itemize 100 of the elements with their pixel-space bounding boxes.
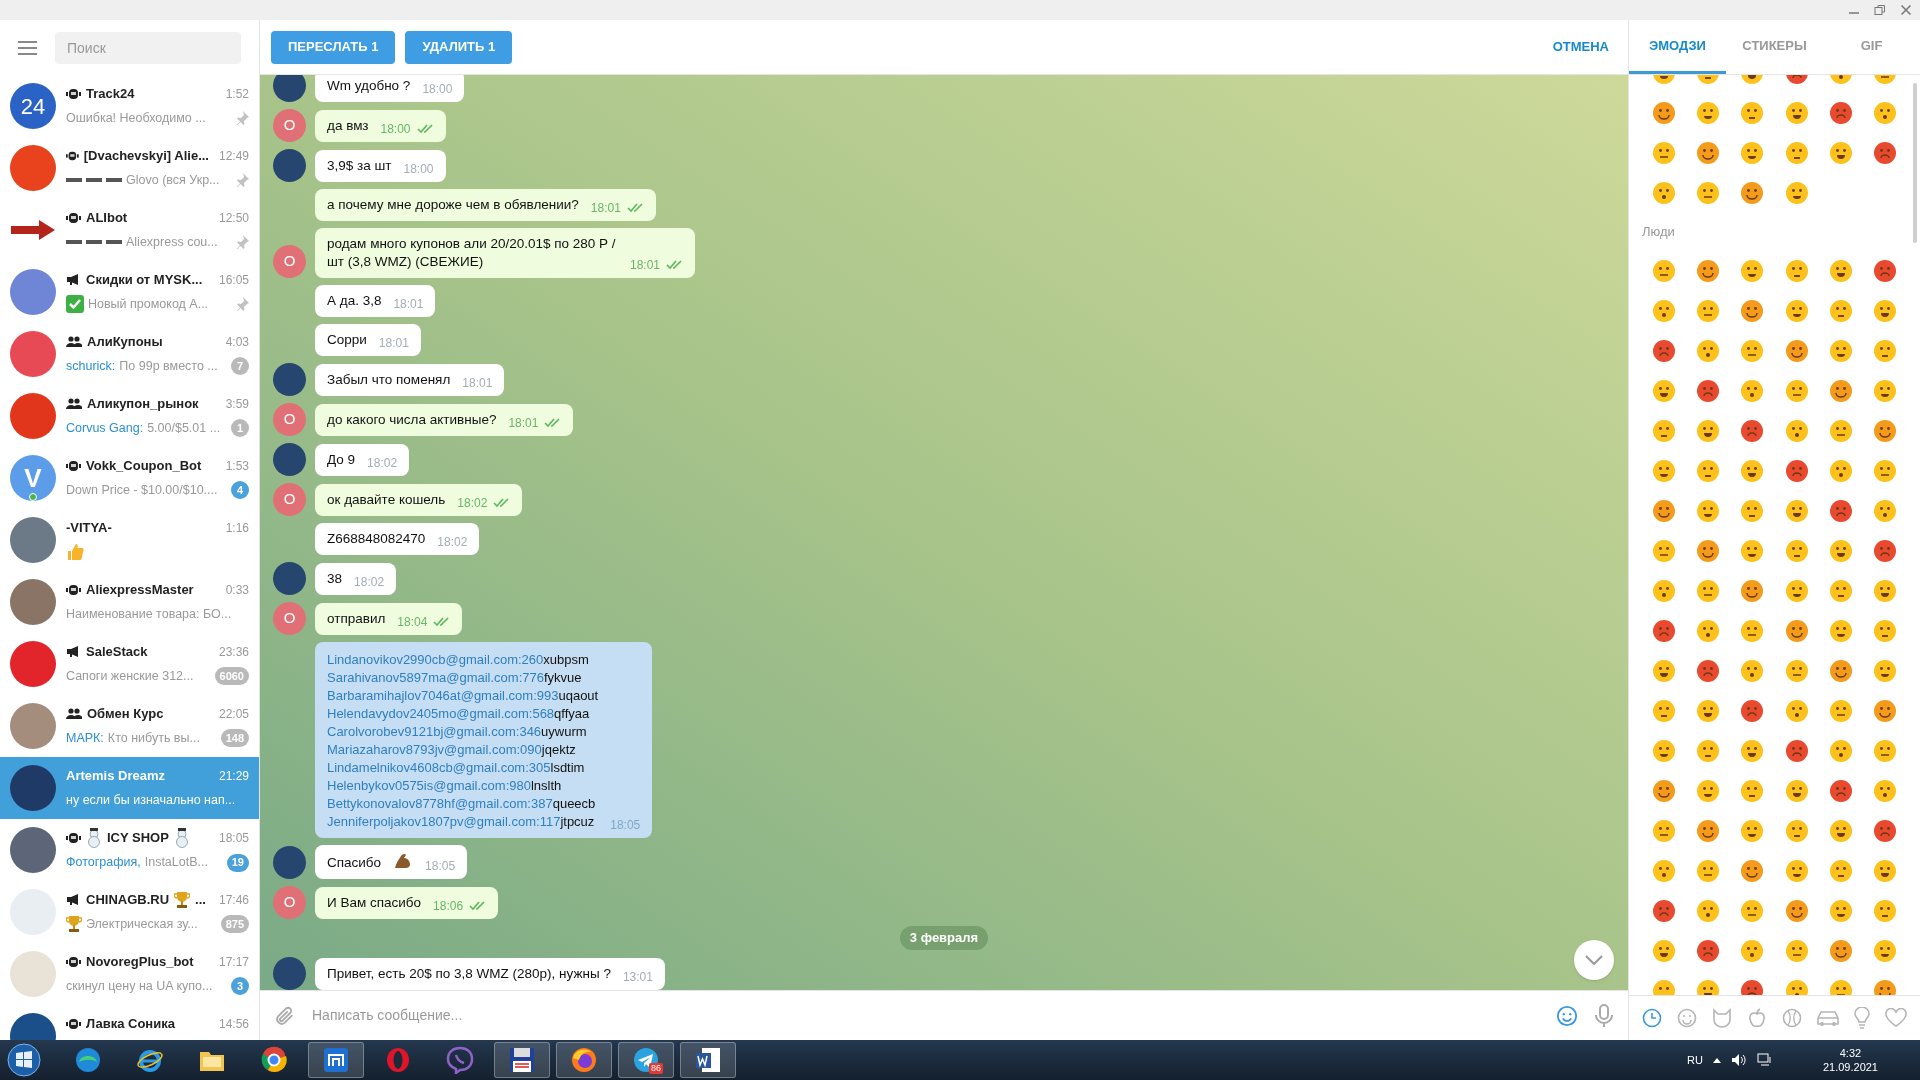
emoji-icon[interactable] [1872,419,1897,443]
emoji-icon[interactable] [1828,459,1853,483]
emoji-icon[interactable] [1696,659,1721,683]
emoji-icon[interactable] [1784,459,1809,483]
emoji-icon[interactable] [1828,659,1853,683]
emoji-icon[interactable] [1652,539,1677,563]
message-bubble[interactable]: родам много купонов али 20/20.01$ по 280 Р /шт (3,8 WMZ) (СВЕЖИЕ) 18:01 [315,228,695,278]
emoji-icon[interactable] [1696,379,1721,403]
emoji-icon[interactable] [1784,181,1809,205]
emoji-icon[interactable] [1696,299,1721,323]
emoji-icon[interactable] [1784,259,1809,283]
emoji-icon[interactable] [1696,899,1721,923]
emoji-icon[interactable] [1872,819,1897,843]
emoji-icon[interactable] [1696,779,1721,803]
emoji-icon[interactable] [1740,939,1765,963]
emoji-icon[interactable] [1696,539,1721,563]
emoji-icon[interactable] [1828,499,1853,523]
scrollbar[interactable] [1913,83,1917,243]
emoji-icon[interactable] [1872,899,1897,923]
emoji-icon[interactable] [1652,101,1677,125]
menu-icon[interactable] [18,40,37,55]
message-bubble[interactable]: До 9 18:02 [315,444,410,476]
message-bubble[interactable]: отправил 18:04 [315,603,463,635]
emoji-icon[interactable] [1740,181,1765,205]
emoji-icon[interactable] [1740,579,1765,603]
emoji-icon[interactable] [1872,141,1897,165]
emoji-icon[interactable] [1784,739,1809,763]
emoji-icon[interactable] [1872,619,1897,643]
emoji-icon[interactable] [1784,499,1809,523]
emoji-icon[interactable] [1872,739,1897,763]
restore-icon[interactable] [1874,4,1886,16]
emoji-icon[interactable] [1652,819,1677,843]
emoji-icon[interactable] [1696,699,1721,723]
emoji-icon[interactable] [1784,539,1809,563]
emoji-icon[interactable] [1784,299,1809,323]
emoji-icon[interactable] [1784,939,1809,963]
emoji-icon[interactable] [1652,579,1677,603]
emoji-icon[interactable] [1872,579,1897,603]
emoji-icon[interactable] [1652,459,1677,483]
emoji-icon[interactable] [1696,939,1721,963]
emoji-icon[interactable] [1652,859,1677,883]
emoji-icon[interactable] [1696,859,1721,883]
emoji-icon[interactable] [1696,499,1721,523]
emoji-icon[interactable] [1828,299,1853,323]
emoji-icon[interactable] [1652,939,1677,963]
message-bubble[interactable]: да вмз 18:00 [315,110,446,142]
emoji-icon[interactable] [1828,739,1853,763]
emoji-icon[interactable] [1740,299,1765,323]
paperclip-icon[interactable] [274,1004,296,1027]
emoji-icon[interactable] [1784,141,1809,165]
message-bubble[interactable]: Wm удобно ? 18:00 [315,75,465,102]
emoji-icon[interactable] [1872,379,1897,403]
emoji-icon[interactable] [1784,419,1809,443]
emoji-icon[interactable] [1652,619,1677,643]
emoji-icon[interactable] [1872,259,1897,283]
emoji-icon[interactable] [1784,379,1809,403]
emoji-icon[interactable] [1696,141,1721,165]
emoji-icon[interactable] [1784,619,1809,643]
emoji-icon[interactable] [1828,619,1853,643]
emoji-icon[interactable] [1652,379,1677,403]
emoji-icon[interactable] [1740,459,1765,483]
taskbar-app-button[interactable] [494,1042,550,1078]
close-icon[interactable] [1900,4,1912,16]
message-bubble[interactable]: Привет, есть 20$ по 3,8 WMZ (280р), нужны ? 13:01 [315,958,665,990]
emoji-icon[interactable] [1652,419,1677,443]
emoji-icon[interactable] [1696,739,1721,763]
emoji-icon[interactable] [1652,499,1677,523]
emoji-icon[interactable] [1696,459,1721,483]
emoji-icon[interactable] [1652,739,1677,763]
emoji-icon[interactable] [1740,539,1765,563]
emoji-icon[interactable] [1740,859,1765,883]
message-input[interactable]: Написать сообщение... [312,1005,1540,1026]
cancel-button[interactable]: ОТМЕНА [1544,30,1617,64]
emoji-icon[interactable] [1872,499,1897,523]
emoji-icon[interactable] [1652,181,1677,205]
message-bubble[interactable]: 3,9$ за шт 18:00 [315,150,446,182]
emoji-icon[interactable] [1828,259,1853,283]
emoji-icon[interactable] [1740,339,1765,363]
search-field[interactable]: Поиск [55,31,241,64]
emoji-icon[interactable] [1828,899,1853,923]
message-bubble[interactable]: Спасибо 18:05 [315,845,468,879]
emoji-icon[interactable] [1696,619,1721,643]
emoji-icon[interactable] [1652,259,1677,283]
emoji-icon[interactable] [1652,339,1677,363]
emoji-icon[interactable] [1740,659,1765,683]
taskbar-app-button[interactable]: 86 [618,1042,674,1078]
emoji-icon[interactable] [1696,339,1721,363]
emoji-icon[interactable] [1784,579,1809,603]
emoji-icon[interactable] [1740,619,1765,643]
emoji-icon[interactable] [1696,259,1721,283]
taskbar-app-button[interactable] [556,1042,612,1078]
emoji-icon[interactable] [1828,579,1853,603]
emoji-icon[interactable] [1828,379,1853,403]
smiley-icon[interactable] [1556,1004,1578,1027]
emoji-icon[interactable] [1872,299,1897,323]
emoji-icon[interactable] [1784,339,1809,363]
emoji-icon[interactable] [1784,659,1809,683]
message-bubble[interactable]: ок давайте кошель 18:02 [315,484,523,516]
taskbar-app-button[interactable] [680,1042,736,1078]
emoji-icon[interactable] [1872,459,1897,483]
